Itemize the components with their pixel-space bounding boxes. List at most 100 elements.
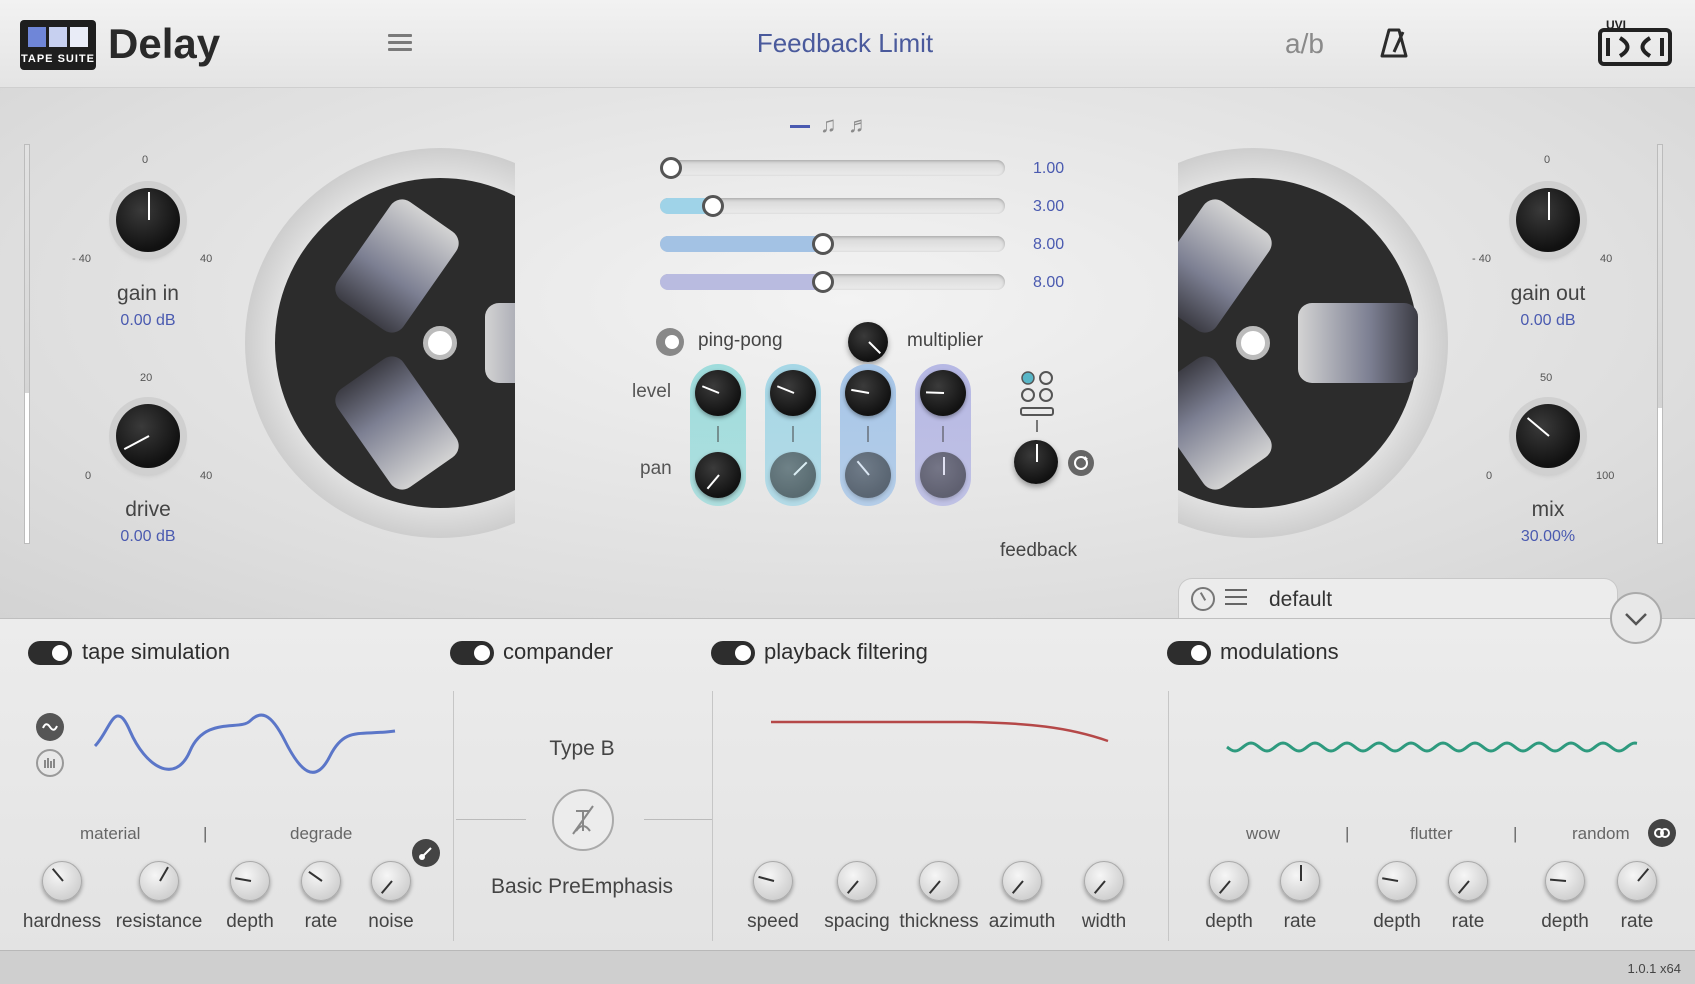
drive-knob[interactable] bbox=[116, 404, 180, 468]
input-level-meter bbox=[24, 144, 30, 544]
spectrum-view-icon[interactable] bbox=[36, 749, 64, 777]
thickness-knob[interactable] bbox=[919, 861, 959, 901]
gain-out-tick-right: 40 bbox=[1600, 253, 1613, 265]
tap-3-pan-knob[interactable] bbox=[845, 452, 891, 498]
spacing-knob[interactable] bbox=[837, 861, 877, 901]
gain-in-tick-top: 0 bbox=[142, 154, 149, 166]
gain-out-tick-top: 0 bbox=[1544, 154, 1551, 166]
degrade-depth-knob[interactable] bbox=[230, 861, 270, 901]
routing-matrix-icon[interactable] bbox=[1018, 368, 1058, 439]
tap-1-level-knob[interactable] bbox=[695, 370, 741, 416]
compander-line-right bbox=[644, 819, 712, 820]
gain-out-value: 0.00 dB bbox=[1520, 312, 1576, 329]
gain-in-knob[interactable] bbox=[116, 188, 180, 252]
noise-knob[interactable] bbox=[371, 861, 411, 901]
wow-rate-label: rate bbox=[1283, 911, 1317, 932]
metronome-icon[interactable] bbox=[1379, 26, 1409, 65]
hardness-knob[interactable] bbox=[42, 861, 82, 901]
gain-out-knob[interactable] bbox=[1516, 188, 1580, 252]
tap-1-pan-knob[interactable] bbox=[695, 452, 741, 498]
playback-filter-curve bbox=[771, 720, 1109, 743]
wow-depth-knob[interactable] bbox=[1209, 861, 1249, 901]
delay-time-value-2: 3.00 bbox=[1033, 198, 1065, 215]
preset-name-display[interactable]: Feedback Limit bbox=[620, 28, 1070, 59]
random-rate-knob[interactable] bbox=[1617, 861, 1657, 901]
logo-text: TAPE SUITE bbox=[21, 53, 95, 65]
header-bar: TAPE SUITE Delay Feedback Limit a/b UVI bbox=[0, 0, 1695, 88]
width-knob[interactable] bbox=[1084, 861, 1124, 901]
division-straight-icon[interactable] bbox=[790, 125, 810, 128]
waveform-view-icon[interactable] bbox=[36, 713, 64, 741]
material-group-label: material bbox=[80, 824, 141, 843]
mix-tick-right: 100 bbox=[1596, 470, 1615, 482]
feedback-label: feedback bbox=[999, 540, 1078, 561]
random-link-icon[interactable] bbox=[1648, 819, 1676, 847]
feedback-knob[interactable] bbox=[1014, 440, 1058, 484]
tap-4-level-knob[interactable] bbox=[920, 370, 966, 416]
gain-in-value: 0.00 dB bbox=[120, 312, 176, 329]
compander-line-left bbox=[456, 819, 526, 820]
status-footer: 1.0.1 x64 bbox=[0, 950, 1695, 984]
random-depth-knob[interactable] bbox=[1545, 861, 1585, 901]
hamburger-menu-icon[interactable] bbox=[388, 34, 412, 52]
mix-knob[interactable] bbox=[1516, 404, 1580, 468]
preset-name[interactable]: default bbox=[1269, 588, 1332, 612]
flutter-rate-knob[interactable] bbox=[1448, 861, 1488, 901]
tap-2-level-knob[interactable] bbox=[770, 370, 816, 416]
preset-bar: default bbox=[1178, 578, 1618, 618]
speed-knob[interactable] bbox=[753, 861, 793, 901]
compander-title: compander bbox=[503, 639, 614, 664]
drive-label: drive bbox=[125, 498, 171, 521]
division-dotted-icon[interactable]: ♫ bbox=[820, 112, 837, 138]
drive-tick-right: 40 bbox=[200, 470, 213, 482]
ab-compare-button[interactable]: a/b bbox=[1285, 28, 1324, 60]
section-divider bbox=[712, 691, 713, 941]
delay-time-slider-2[interactable] bbox=[660, 195, 1005, 217]
delay-time-slider-1[interactable] bbox=[660, 157, 1005, 179]
division-triplet-icon[interactable]: ♬ bbox=[848, 112, 870, 138]
wow-group-label: wow bbox=[1246, 824, 1281, 843]
ping-pong-toggle[interactable] bbox=[656, 328, 684, 356]
gain-in-label: gain in bbox=[117, 282, 179, 305]
compander-type-label[interactable]: Type B bbox=[482, 737, 682, 761]
flutter-depth-knob[interactable] bbox=[1377, 861, 1417, 901]
delay-time-value-3: 8.00 bbox=[1033, 236, 1065, 253]
compander-bypass-icon[interactable] bbox=[552, 789, 614, 851]
azimuth-knob[interactable] bbox=[1002, 861, 1042, 901]
flutter-rate-label: rate bbox=[1451, 911, 1485, 932]
random-group-label: random bbox=[1572, 824, 1630, 843]
delay-time-slider-4[interactable] bbox=[660, 271, 1005, 293]
degrade-group-label: degrade bbox=[290, 824, 353, 843]
gain-in-tick-right: 40 bbox=[200, 253, 213, 265]
compander-toggle[interactable] bbox=[450, 641, 494, 665]
version-label: 1.0.1 x64 bbox=[1627, 961, 1682, 976]
bottom-panel: tape simulation material | degrade hardn… bbox=[0, 618, 1695, 950]
width-label: width bbox=[1081, 911, 1127, 932]
feedback-cycle-icon[interactable] bbox=[1068, 450, 1094, 476]
snapshot-dial-icon[interactable] bbox=[1191, 587, 1215, 611]
modulations-toggle[interactable] bbox=[1167, 641, 1211, 665]
multiplier-knob[interactable] bbox=[848, 322, 888, 362]
collapse-panel-button[interactable] bbox=[1610, 592, 1662, 644]
degrade-rate-knob[interactable] bbox=[301, 861, 341, 901]
tap-3-level-knob[interactable] bbox=[845, 370, 891, 416]
pan-label: pan bbox=[640, 458, 672, 479]
playback-filtering-toggle[interactable] bbox=[711, 641, 755, 665]
modulation-waveform bbox=[1226, 741, 1638, 753]
right-reel-hub bbox=[1236, 326, 1270, 360]
mix-value: 30.00% bbox=[1520, 528, 1576, 545]
wow-rate-knob[interactable] bbox=[1280, 861, 1320, 901]
mix-label: mix bbox=[1531, 498, 1565, 521]
right-tape-reel bbox=[1178, 143, 1448, 543]
delay-time-slider-3[interactable] bbox=[660, 233, 1005, 255]
material-degrade-separator: | bbox=[203, 824, 208, 843]
resistance-knob[interactable] bbox=[139, 861, 179, 901]
preset-list-icon[interactable] bbox=[1225, 589, 1247, 605]
tap-4-pan-knob[interactable] bbox=[920, 452, 966, 498]
compander-mode-label[interactable]: Basic PreEmphasis bbox=[462, 875, 702, 899]
tap-4-strip bbox=[915, 364, 971, 506]
wow-flutter-separator: | bbox=[1345, 824, 1350, 843]
degrade-link-icon[interactable] bbox=[412, 839, 440, 867]
tape-simulation-toggle[interactable] bbox=[28, 641, 72, 665]
tap-2-pan-knob[interactable] bbox=[770, 452, 816, 498]
